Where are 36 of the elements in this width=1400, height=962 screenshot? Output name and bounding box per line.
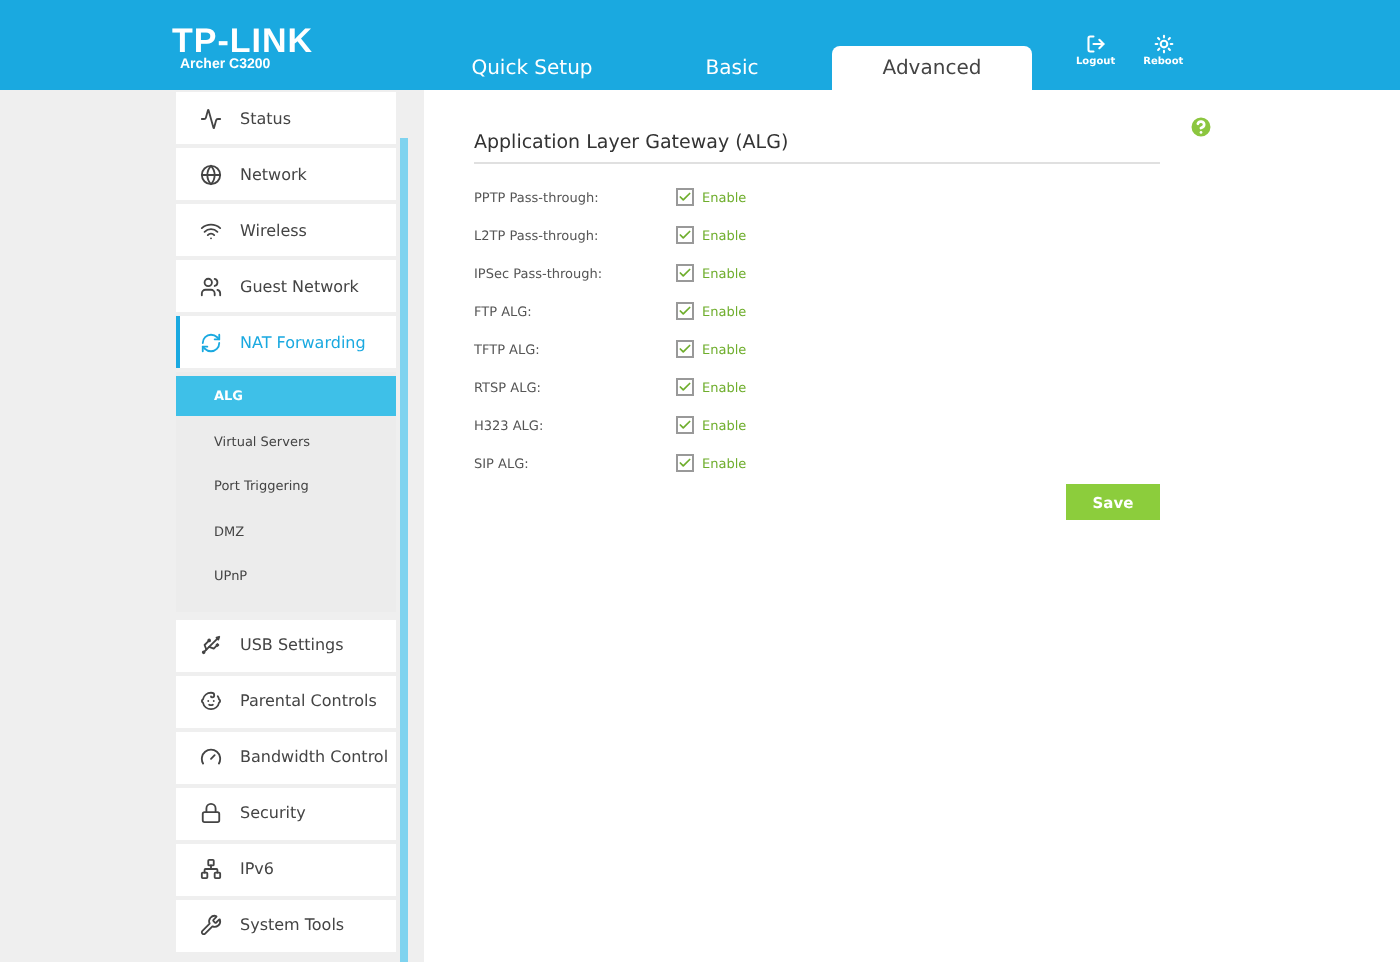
sidebar-item[interactable]: Status [176, 92, 396, 144]
sidebar-item[interactable]: Wireless [176, 204, 396, 256]
scrollbar[interactable] [400, 138, 408, 962]
sidebar-item[interactable]: Security [176, 787, 396, 840]
sun-icon [1153, 34, 1174, 54]
wifi-icon [200, 219, 222, 241]
checkbox[interactable] [676, 188, 694, 206]
network-icon [200, 858, 222, 881]
nav-tab[interactable]: Advanced [832, 46, 1032, 90]
checkbox[interactable] [676, 302, 694, 320]
checkbox[interactable] [676, 340, 694, 358]
sidebar-item[interactable]: Parental Controls [176, 675, 396, 728]
checkbox[interactable] [676, 378, 694, 396]
wrench-icon [200, 914, 222, 937]
sidebar-item[interactable]: Network [176, 148, 396, 200]
gauge-icon [200, 746, 222, 769]
circular-arrows-icon [200, 331, 222, 353]
sidebar-item[interactable]: IPv6 [176, 843, 396, 896]
lock-icon [200, 802, 222, 825]
pulse-icon [200, 107, 222, 129]
checkbox[interactable] [676, 416, 694, 434]
globe-icon [200, 163, 222, 185]
sidebar-item[interactable]: System Tools [176, 899, 396, 952]
sidebar-item[interactable]: Bandwidth Control [176, 731, 396, 784]
checkbox[interactable] [676, 226, 694, 244]
checkbox[interactable] [676, 264, 694, 282]
checkbox[interactable] [676, 454, 694, 472]
sidebar-item[interactable]: USB Settings [176, 619, 396, 672]
sidebar-item[interactable]: Guest Network [176, 260, 396, 312]
section-title: Application Layer Gateway (ALG) [474, 132, 789, 154]
logo: TP-LINK [172, 26, 316, 58]
help-icon[interactable] [1188, 114, 1214, 140]
usb-icon [200, 634, 222, 657]
child-icon [200, 690, 222, 713]
logout-icon [1085, 34, 1106, 54]
people-icon [200, 275, 222, 297]
